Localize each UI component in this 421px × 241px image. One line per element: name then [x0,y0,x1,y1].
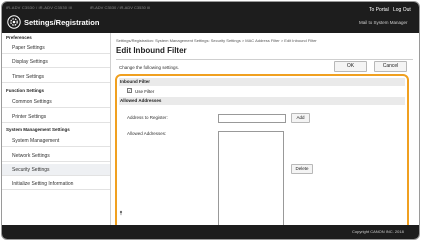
sidebar-section-function-settings: Function Settings [6,88,44,93]
inbound-filter-heading: Inbound Filter [119,78,405,86]
address-to-register-input[interactable] [218,114,286,123]
user-label: iR-ADV C3530 / iR-ADV C3530 III [90,5,151,10]
copyright-text: Copyright CANON INC. 2018 [352,229,404,234]
to-portal-link[interactable]: To Portal [369,7,389,13]
sidebar: Preferences Paper Settings Display Setti… [2,33,111,225]
title-divider [116,59,413,60]
delete-button[interactable]: Delete [291,164,313,174]
back-to-top-icon[interactable]: ⯭ [119,211,123,218]
app-title: Settings/Registration [24,18,100,27]
footer: Copyright CANON INC. 2018 [2,225,419,239]
settings-gear-icon [7,15,21,29]
header-bar: iR-ADV C3530 / iR-ADV C3530 III iR-ADV C… [2,2,419,33]
page-title: Edit Inbound Filter [116,46,187,55]
log-out-link[interactable]: Log Out [393,7,411,13]
breadcrumb: Settings/Registration: System Management… [116,38,317,43]
sidebar-item-security-settings[interactable]: Security Settings [2,164,110,176]
device-name: iR-ADV C3530 / iR-ADV C3530 III [6,5,73,10]
sidebar-item-display-settings[interactable]: Display Settings [2,56,110,68]
instruction-text: Change the following settings. [119,65,180,70]
allowed-addresses-heading: Allowed Addresses [119,97,405,105]
sidebar-item-timer-settings[interactable]: Timer Settings [2,71,110,83]
sidebar-item-paper-settings[interactable]: Paper Settings [2,42,110,54]
sidebar-item-system-management[interactable]: System Management [2,135,110,147]
allowed-addresses-list[interactable] [218,131,284,228]
sidebar-item-initialize-setting-information[interactable]: Initialize Setting Information [2,178,110,190]
sidebar-item-common-settings[interactable]: Common Settings [2,96,110,108]
use-filter-checkbox[interactable]: ✓ [127,88,132,93]
inbound-filter-panel: Inbound Filter ✓ Use Filter Allowed Addr… [119,78,405,231]
sidebar-item-printer-settings[interactable]: Printer Settings [2,111,110,123]
allowed-addresses-label: Allowed Addresses: [127,131,167,136]
sidebar-section-system-management-settings: System Management Settings [6,127,70,132]
highlight-frame: Inbound Filter ✓ Use Filter Allowed Addr… [115,74,409,235]
ok-button[interactable]: OK [334,61,367,72]
mail-system-manager-link[interactable]: Mail to System Manager [359,20,408,25]
sidebar-item-network-settings[interactable]: Network Settings [2,150,110,162]
use-filter-label: Use Filter [135,89,155,94]
main-content: Settings/Registration: System Management… [112,33,419,235]
add-button[interactable]: Add [291,113,310,123]
address-to-register-label: Address to Register: [127,115,168,120]
app-window: iR-ADV C3530 / iR-ADV C3530 III iR-ADV C… [1,1,420,240]
cancel-button[interactable]: Cancel [374,61,407,72]
sidebar-section-preferences: Preferences [6,35,32,40]
